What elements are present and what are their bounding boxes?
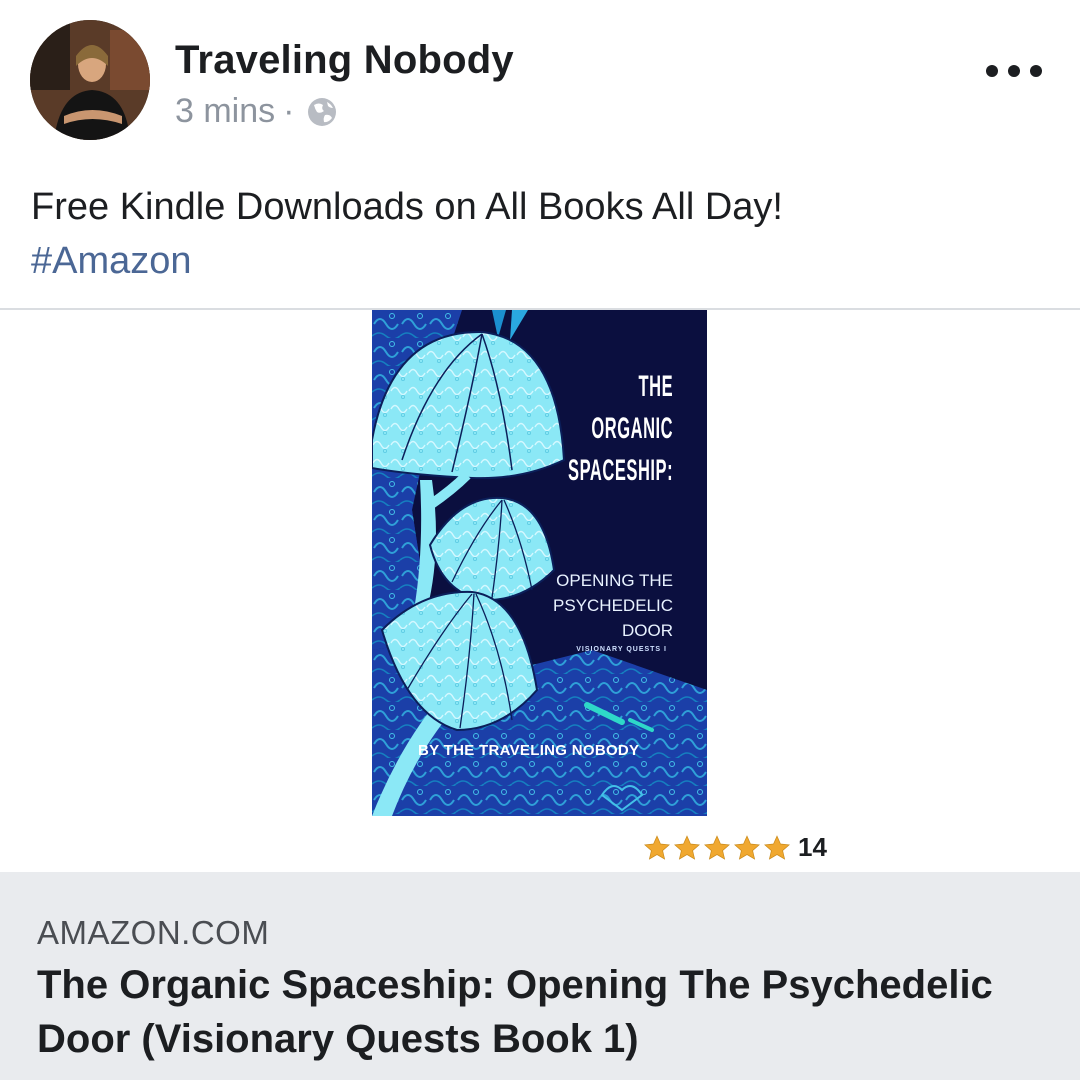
hashtag-link[interactable]: #Amazon	[31, 234, 1051, 288]
post-header: Traveling Nobody 3 mins ·	[0, 0, 1080, 160]
cover-subtitle: OPENING THE PSYCHEDELIC DOOR	[553, 568, 673, 643]
star-icon	[704, 834, 730, 860]
more-dot	[986, 65, 998, 77]
author-name[interactable]: Traveling Nobody	[175, 38, 514, 83]
star-icon	[644, 834, 670, 860]
more-dot	[1008, 65, 1020, 77]
link-preview-card[interactable]: AMAZON.COM The Organic Spaceship: Openin…	[0, 872, 1080, 1080]
cover-title-line: SPACESHIP:	[567, 454, 673, 487]
star-icon	[734, 834, 760, 860]
meta-separator: ·	[283, 92, 295, 130]
post-text: Free Kindle Downloads on All Books All D…	[31, 180, 1051, 288]
post-meta: 3 mins ·	[175, 92, 338, 131]
more-options-icon[interactable]	[986, 58, 1042, 84]
cover-subtitle-line: OPENING THE	[556, 571, 673, 590]
star-icon	[674, 834, 700, 860]
cover-author: BY THE TRAVELING NOBODY	[418, 742, 640, 759]
stars-container	[642, 834, 792, 862]
timestamp[interactable]: 3 mins	[175, 92, 275, 131]
globe-icon	[308, 97, 337, 126]
book-cover: THE ORGANIC SPACESHIP: OPENING THE PSYCH…	[372, 310, 707, 816]
star-rating: 14	[642, 832, 827, 863]
link-image[interactable]: THE ORGANIC SPACESHIP: OPENING THE PSYCH…	[0, 310, 1080, 872]
cover-title-line: THE	[638, 370, 673, 403]
cover-subtitle-line: PSYCHEDELIC	[553, 596, 673, 615]
cover-series: VISIONARY QUESTS I	[576, 646, 667, 653]
link-domain: AMAZON.COM	[37, 914, 270, 951]
link-title: The Organic Spaceship: Opening The Psych…	[37, 963, 993, 1061]
avatar-image	[30, 20, 150, 140]
rating-count: 14	[798, 832, 827, 862]
cover-subtitle-line: DOOR	[622, 621, 673, 640]
star-icon	[764, 834, 790, 860]
cover-title-line: ORGANIC	[591, 412, 673, 445]
more-dot	[1030, 65, 1042, 77]
cover-title: THE ORGANIC SPACESHIP:	[568, 366, 673, 492]
post-message: Free Kindle Downloads on All Books All D…	[31, 186, 783, 228]
avatar[interactable]	[30, 20, 150, 140]
